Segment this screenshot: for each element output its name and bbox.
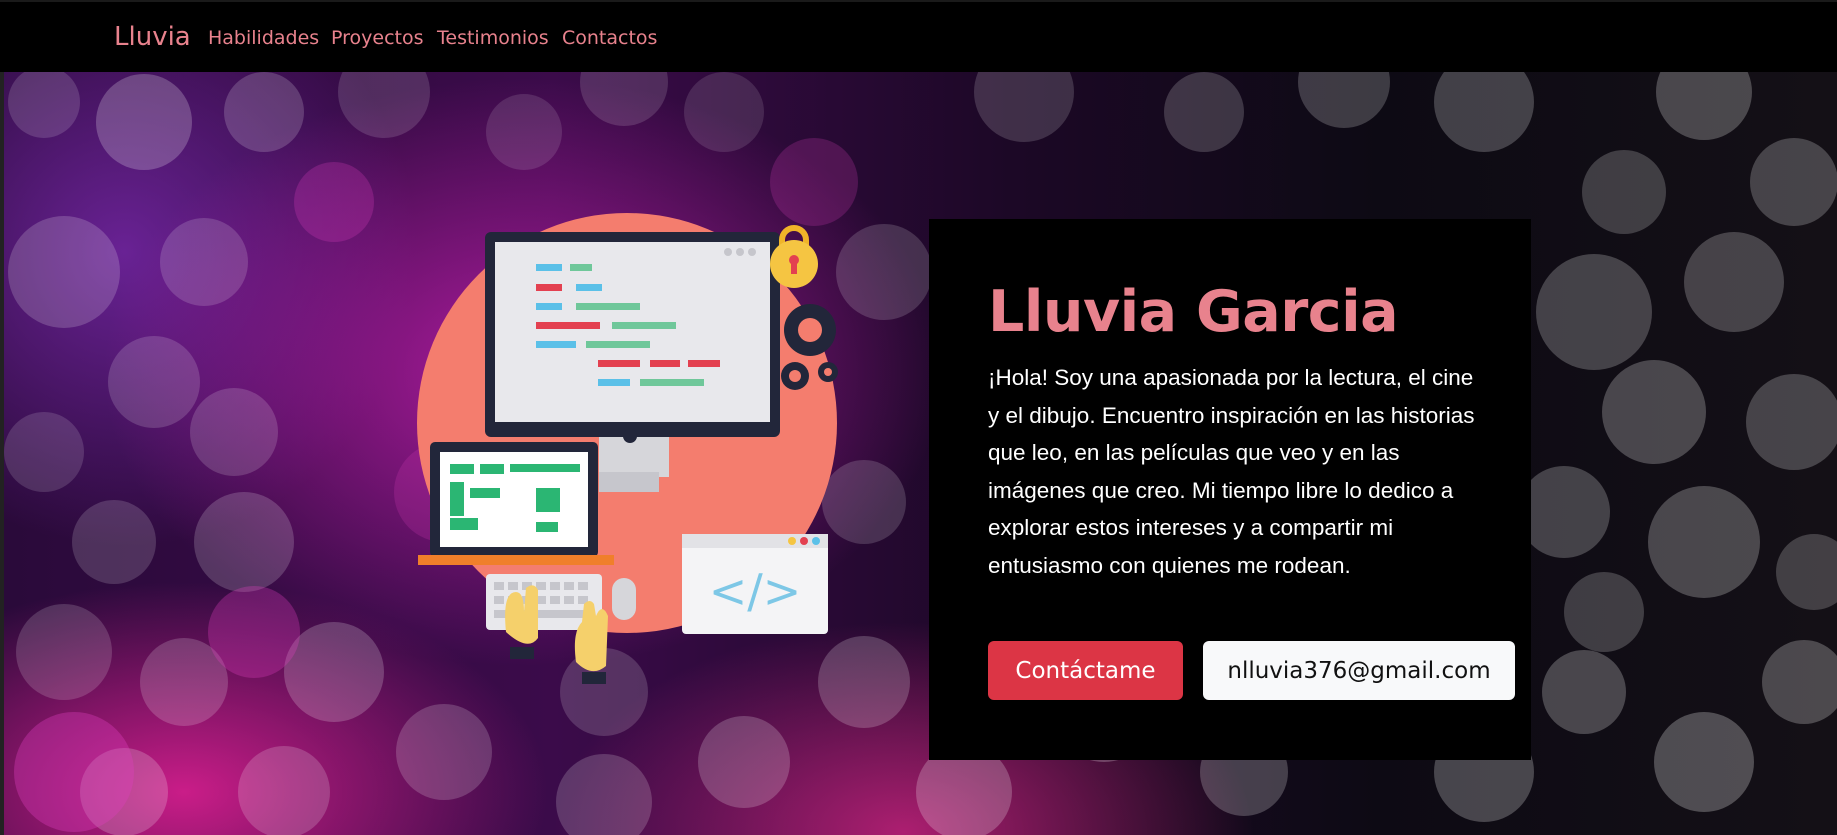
profile-card: Lluvia Garcia ¡Hola! Soy una apasionada …	[929, 219, 1531, 760]
code-symbol-text: </>	[709, 564, 802, 618]
email-button[interactable]: nlluvia376@gmail.com	[1203, 641, 1515, 700]
navbar-brand[interactable]: Lluvia	[114, 22, 191, 52]
bokeh-background	[4, 72, 1837, 835]
profile-description: ¡Hola! Soy una apasionada por la lectura…	[988, 365, 1475, 578]
page: Lluvia Habilidades Proyectos Testimonios…	[0, 0, 1837, 835]
page-title: Lluvia Garcia	[988, 279, 1399, 345]
contact-button[interactable]: Contáctame	[988, 641, 1183, 700]
nav-link-proyectos[interactable]: Proyectos	[331, 27, 424, 49]
navbar: Lluvia Habilidades Proyectos Testimonios…	[0, 0, 1837, 72]
developer-illustration: </>	[417, 213, 838, 684]
nav-link-habilidades[interactable]: Habilidades	[208, 27, 319, 49]
nav-link-testimonios[interactable]: Testimonios	[437, 27, 549, 49]
nav-link-contactos[interactable]: Contactos	[562, 27, 657, 49]
hero-section: </> Lluvia Garcia ¡Hola! Soy una apasion…	[4, 72, 1837, 835]
